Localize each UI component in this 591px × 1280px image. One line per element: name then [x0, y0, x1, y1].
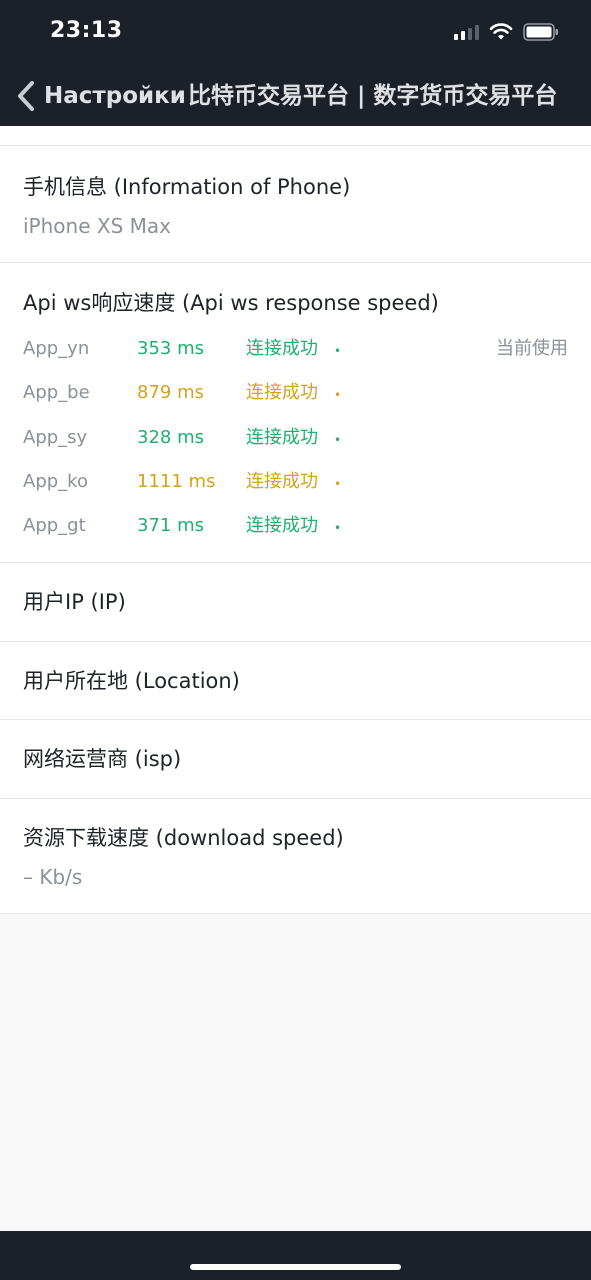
- api-connection-status: 连接成功: [246, 382, 318, 404]
- chevron-left-icon: [18, 81, 34, 111]
- api-server-list: App_yn 353 ms 连接成功 • 当前使用 App_be 879 ms …: [23, 330, 568, 551]
- status-dot-icon: •: [334, 476, 342, 491]
- api-server-name: App_ko: [23, 470, 88, 492]
- user-ip-title: 用户IP (IP): [23, 590, 126, 614]
- phone-info-section: 手机信息 (Information of Phone) iPhone XS Ma…: [0, 146, 591, 263]
- api-latency: 353 ms: [137, 338, 204, 359]
- status-icons: [454, 22, 559, 42]
- phone-info-title: 手机信息 (Information of Phone): [23, 175, 351, 199]
- status-bar: 23:13: [0, 0, 591, 64]
- api-server-name: App_sy: [23, 426, 88, 448]
- download-speed-value: – Kb/s: [23, 864, 83, 889]
- api-connection-status: 连接成功: [246, 470, 318, 492]
- api-speed-title: Api ws响应速度 (Api ws response speed): [23, 291, 439, 315]
- page: 23:13 Настройки 比特币交易平台 | 数字货币交易平台 手机信息 …: [0, 0, 591, 1280]
- app-header: 23:13 Настройки 比特币交易平台 | 数字货币交易平台: [0, 0, 591, 126]
- navigation-bar: Настройки 比特币交易平台 | 数字货币交易平台: [0, 70, 591, 122]
- phone-info-value: iPhone XS Max: [23, 214, 171, 238]
- api-server-row[interactable]: App_sy 328 ms 连接成功 •: [23, 419, 568, 463]
- top-spacer: [0, 126, 591, 146]
- api-latency: 1111 ms: [137, 470, 216, 492]
- page-title: 比特币交易平台 | 数字货币交易平台: [188, 83, 558, 109]
- api-server-name: App_yn: [23, 338, 90, 359]
- user-ip-section: 用户IP (IP): [0, 563, 591, 642]
- api-server-name: App_gt: [23, 515, 86, 537]
- api-server-row[interactable]: App_gt 371 ms 连接成功 •: [23, 507, 568, 551]
- isp-title: 网络运营商 (isp): [23, 747, 182, 771]
- location-title: 用户所在地 (Location): [23, 668, 240, 693]
- wifi-icon: [489, 23, 513, 40]
- download-speed-section: 资源下载速度 (download speed) – Kb/s: [0, 798, 591, 914]
- location-section: 用户所在地 (Location): [0, 641, 591, 720]
- settings-content: 手机信息 (Information of Phone) iPhone XS Ma…: [0, 126, 591, 914]
- status-dot-icon: •: [334, 432, 342, 447]
- battery-icon: [523, 23, 558, 41]
- download-speed-title: 资源下载速度 (download speed): [23, 825, 344, 850]
- home-indicator[interactable]: [190, 1264, 401, 1270]
- api-connection-status: 连接成功: [246, 515, 318, 537]
- cellular-signal-icon: [454, 24, 479, 40]
- api-latency: 328 ms: [137, 426, 204, 448]
- status-dot-icon: •: [334, 344, 342, 358]
- api-server-row[interactable]: App_be 879 ms 连接成功 •: [23, 374, 568, 418]
- api-server-row[interactable]: App_ko 1111 ms 连接成功 •: [23, 463, 568, 507]
- api-latency: 879 ms: [137, 382, 204, 404]
- status-dot-icon: •: [334, 388, 342, 403]
- api-speed-section: Api ws响应速度 (Api ws response speed) App_y…: [0, 263, 591, 563]
- isp-section: 网络运营商 (isp): [0, 720, 591, 799]
- status-time: 23:13: [50, 18, 123, 43]
- api-latency: 371 ms: [137, 515, 204, 537]
- back-label: Настройки: [44, 83, 186, 109]
- api-server-row[interactable]: App_yn 353 ms 连接成功 • 当前使用: [23, 330, 568, 374]
- api-server-name: App_be: [23, 382, 90, 404]
- current-in-use-label: 当前使用: [496, 338, 568, 359]
- bottom-bar: [0, 1231, 591, 1280]
- status-dot-icon: •: [334, 521, 342, 536]
- api-connection-status: 连接成功: [246, 338, 318, 359]
- back-button[interactable]: Настройки: [14, 76, 186, 116]
- api-connection-status: 连接成功: [246, 426, 318, 448]
